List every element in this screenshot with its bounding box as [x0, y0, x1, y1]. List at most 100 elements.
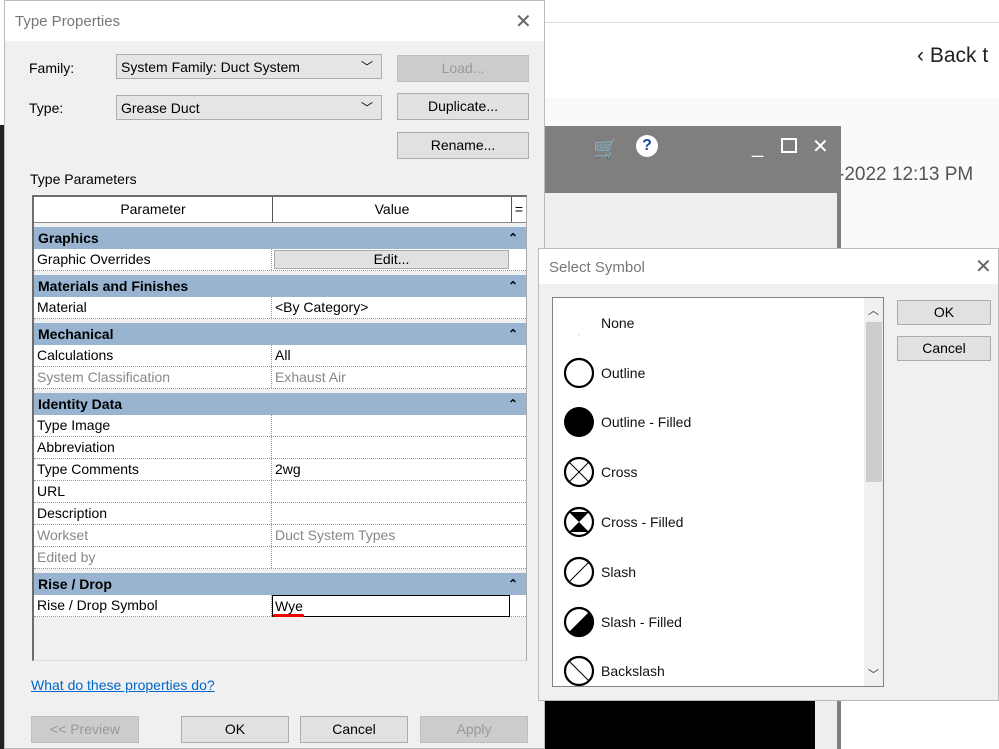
collapse-icon[interactable]: ⌃ [508, 227, 518, 249]
group-header[interactable]: Graphics ⌃ [34, 227, 526, 249]
parameter-value[interactable]: Edit... [272, 249, 526, 270]
duplicate-button[interactable]: Duplicate... [397, 93, 529, 120]
parameter-name: Workset [34, 525, 272, 546]
symbol-item[interactable]: Outline [553, 348, 883, 398]
value-text: Duct System Types [275, 527, 396, 543]
parameter-value[interactable]: <By Category> [272, 297, 526, 318]
parameter-name: Description [34, 503, 272, 524]
group-name: Mechanical [38, 326, 114, 342]
value-text: Exhaust Air [275, 369, 346, 385]
symbol-list[interactable]: None Outline Outline - Filled Cross Cross - … [552, 297, 884, 687]
symbol-label: Outline [601, 364, 646, 381]
apply-button[interactable]: Apply [420, 716, 528, 743]
table-row: Calculations All [34, 345, 526, 367]
rename-button[interactable]: Rename... [397, 132, 529, 159]
symbol-outline-filled-icon [564, 407, 594, 438]
cancel-button[interactable]: Cancel [897, 336, 991, 361]
parameter-value[interactable] [272, 415, 526, 436]
symbol-label: Cross - Filled [601, 514, 684, 531]
symbol-item[interactable]: Backslash [553, 647, 883, 686]
parameter-value[interactable]: 2wg [272, 459, 526, 480]
symbol-item[interactable]: Cross - Filled [553, 497, 883, 547]
close-icon[interactable]: ✕ [812, 134, 829, 159]
table-row: Material <By Category> [34, 297, 526, 319]
symbol-item[interactable]: Slash [553, 547, 883, 597]
group-name: Graphics [38, 230, 99, 246]
symbol-label: Cross [601, 464, 638, 481]
cart-icon[interactable]: 🛒 [593, 136, 618, 161]
cancel-button[interactable]: Cancel [300, 716, 408, 743]
group-name: Identity Data [38, 396, 123, 412]
parameter-name: Type Comments [34, 459, 272, 480]
table-row: Type Comments 2wg [34, 459, 526, 481]
collapse-icon[interactable]: ⌃ [508, 275, 518, 297]
parameter-name: Graphic Overrides [34, 249, 272, 270]
ok-button[interactable]: OK [181, 716, 289, 743]
group-header[interactable]: Materials and Finishes ⌃ [34, 275, 526, 297]
edit-button[interactable]: Edit... [274, 250, 509, 269]
title-bar: Select Symbol ✕ [539, 249, 998, 284]
collapse-icon[interactable]: ⌃ [508, 323, 518, 345]
chevron-down-icon: ﹀ [360, 101, 373, 115]
collapse-icon[interactable]: ⌃ [508, 573, 518, 595]
parameter-name: Material [34, 297, 272, 318]
column-value[interactable]: Value [273, 197, 512, 222]
table-row: Type Image [34, 415, 526, 437]
table-row: URL [34, 481, 526, 503]
scroll-thumb[interactable] [866, 322, 882, 482]
ok-button[interactable]: OK [897, 300, 991, 325]
type-properties-dialog: Type Properties ✕ Family: System Family:… [4, 0, 545, 749]
value-text: 2wg [275, 461, 301, 477]
group-header[interactable]: Rise / Drop ⌃ [34, 573, 526, 595]
symbol-label: Backslash [601, 663, 665, 680]
symbol-item[interactable]: Slash - Filled [553, 597, 883, 647]
symbol-item[interactable]: Cross [553, 447, 883, 497]
minimize-icon[interactable]: _ [752, 136, 763, 159]
family-value: System Family: Duct System [121, 59, 300, 75]
close-icon[interactable]: ✕ [975, 254, 992, 279]
sort-button[interactable]: = [512, 197, 526, 222]
scroll-down-icon[interactable]: ﹀ [868, 666, 879, 682]
parameter-value[interactable] [272, 481, 526, 502]
symbol-label: None [601, 314, 635, 331]
group-header[interactable]: Identity Data ⌃ [34, 393, 526, 415]
red-underline-annotation [273, 614, 304, 617]
select-symbol-dialog: Select Symbol ✕ None Outline Outline - Fil… [538, 248, 999, 701]
symbol-cross-icon [563, 457, 595, 488]
parameter-value: Duct System Types [272, 525, 526, 546]
symbol-label: Slash [601, 563, 637, 580]
scrollbar[interactable]: ︿ ﹀ [864, 298, 883, 686]
parameter-value[interactable] [272, 437, 526, 458]
preview-button[interactable]: << Preview [31, 716, 139, 743]
value-input[interactable]: Wye [272, 595, 510, 617]
group-name: Rise / Drop [38, 576, 112, 592]
symbol-item[interactable]: Outline - Filled [553, 398, 883, 448]
back-link[interactable]: ‹ Back t [917, 44, 988, 68]
type-label: Type: [29, 100, 64, 116]
column-parameter[interactable]: Parameter [34, 197, 273, 222]
parameter-value[interactable] [272, 503, 526, 524]
parameter-value[interactable]: Wye [272, 595, 526, 617]
close-icon[interactable]: ✕ [515, 9, 532, 34]
help-icon[interactable]: ? [636, 135, 658, 157]
web-divider [540, 22, 999, 23]
maximize-icon[interactable] [781, 138, 797, 153]
family-select[interactable]: System Family: Duct System ﹀ [116, 54, 382, 79]
family-label: Family: [29, 60, 75, 76]
type-select[interactable]: Grease Duct ﹀ [116, 95, 382, 120]
dialog-title: Type Properties [15, 13, 121, 30]
parameters-grid: Parameter Value = Graphics ⌃ Graphic Overr… [32, 195, 527, 661]
symbol-label: Outline - Filled [601, 414, 692, 431]
back-link-label: Back t [929, 44, 989, 67]
scroll-up-icon[interactable]: ︿ [868, 302, 879, 318]
help-link[interactable]: What do these properties do? [31, 677, 215, 693]
parameter-value[interactable]: All [272, 345, 526, 366]
group-name: Materials and Finishes [38, 278, 189, 294]
table-row: Workset Duct System Types [34, 525, 526, 547]
group-header[interactable]: Mechanical ⌃ [34, 323, 526, 345]
symbol-item[interactable]: None [553, 298, 883, 348]
parameter-name: URL [34, 481, 272, 502]
symbol-label: Slash - Filled [601, 613, 682, 630]
load-button[interactable]: Load... [397, 55, 529, 82]
collapse-icon[interactable]: ⌃ [508, 393, 518, 415]
